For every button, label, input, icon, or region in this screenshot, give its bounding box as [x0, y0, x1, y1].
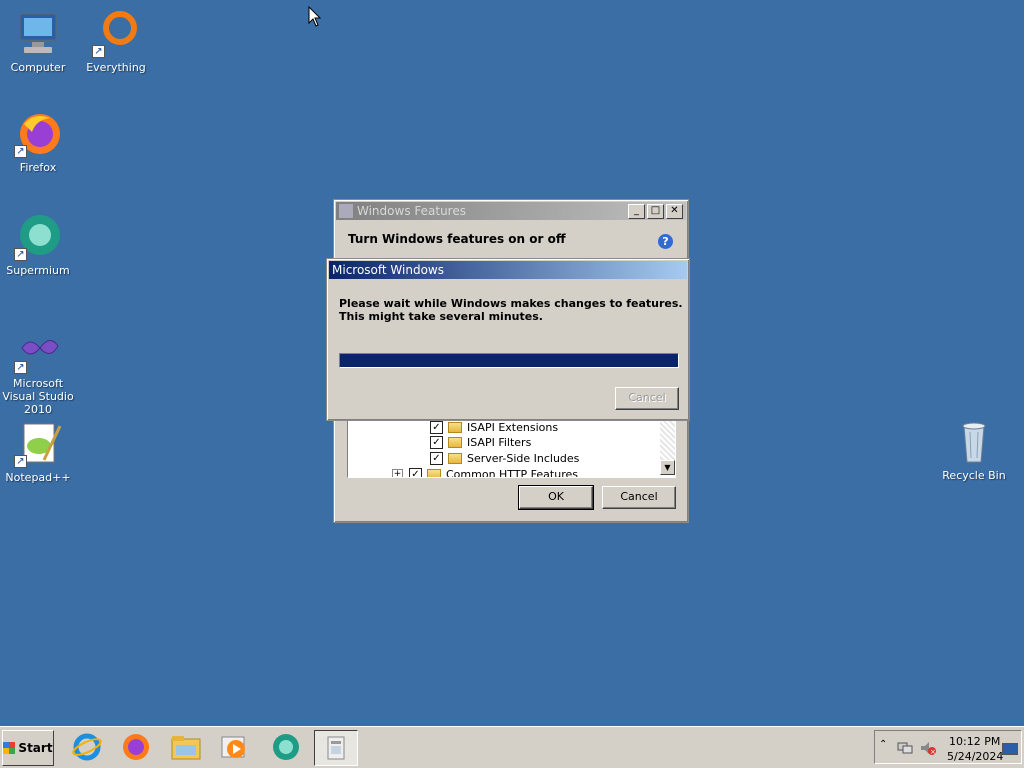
desktop-icon-notepad-plus-plus[interactable]: ↗ Notepad++	[0, 420, 78, 484]
taskbar-app-windows-features[interactable]	[314, 730, 358, 766]
taskbar: Start ⌃ × 10:12 PM 5/24/2024	[0, 726, 1024, 768]
desktop-icon-firefox[interactable]: ↗ Firefox	[0, 110, 78, 174]
progress-message: Please wait while Windows makes changes …	[339, 297, 683, 323]
internet-explorer-icon	[72, 733, 102, 761]
clock-date[interactable]: 5/24/2024	[947, 750, 1003, 763]
taskbar-app-internet-explorer[interactable]	[66, 730, 108, 764]
shortcut-arrow-icon: ↗	[14, 248, 27, 261]
window-title: Windows Features	[357, 204, 466, 218]
desktop-icon-label: Microsoft Visual Studio 2010	[2, 377, 74, 416]
desktop-icon-label: Firefox	[19, 161, 57, 174]
firefox-icon: ↗	[14, 110, 62, 158]
everything-icon: ↗	[92, 10, 140, 58]
shortcut-arrow-icon: ↗	[14, 145, 27, 158]
taskbar-app-firefox[interactable]	[115, 730, 157, 764]
progress-bar-fill	[340, 354, 678, 367]
tree-item-label: Server-Side Includes	[467, 451, 580, 465]
windows-logo-icon	[3, 742, 16, 754]
start-button[interactable]: Start	[2, 730, 54, 766]
help-icon[interactable]: ?	[658, 234, 673, 249]
start-label: Start	[18, 741, 53, 755]
desktop-icon-label: Recycle Bin	[942, 469, 1006, 482]
desktop-icon-label: Computer	[10, 61, 66, 74]
checkbox[interactable]: ✓	[409, 467, 422, 477]
shortcut-arrow-icon: ↗	[14, 361, 27, 374]
desktop-icon-supermium[interactable]: ↗ Supermium	[0, 213, 78, 277]
tree-item-label: ISAPI Filters	[467, 435, 532, 449]
scroll-down-arrow-icon[interactable]: ▼	[660, 460, 675, 475]
window-app-icon	[339, 204, 353, 218]
network-icon[interactable]	[897, 741, 913, 755]
ok-button[interactable]: OK	[518, 485, 594, 510]
desktop-icon-label: Everything	[86, 61, 146, 74]
checkbox[interactable]: ✓	[430, 435, 443, 449]
tree-item-label: Common HTTP Features	[446, 467, 578, 478]
folder-icon	[448, 436, 462, 448]
minimize-button[interactable]: _	[628, 203, 645, 219]
volume-muted-icon[interactable]: ×	[919, 740, 937, 756]
system-tray: ⌃ × 10:12 PM 5/24/2024	[874, 730, 1022, 764]
tree-item-label: ISAPI Extensions	[467, 420, 559, 434]
recycle-bin-icon	[950, 418, 998, 466]
file-explorer-icon	[171, 736, 201, 760]
show-hidden-icons-icon[interactable]: ⌃	[879, 739, 887, 750]
media-player-icon	[221, 736, 245, 758]
svg-text:×: ×	[930, 748, 936, 756]
computer-icon	[14, 10, 62, 58]
taskbar-app-media-player[interactable]	[213, 730, 255, 764]
taskbar-app-supermium[interactable]	[265, 730, 307, 764]
desktop-icon-computer[interactable]: Computer	[0, 10, 78, 74]
desktop-icon-label: Notepad++	[5, 471, 71, 484]
close-button[interactable]: ✕	[666, 203, 683, 219]
features-heading: Turn Windows features on or off	[348, 232, 566, 246]
tree-item[interactable]: + ✓ Common HTTP Features	[392, 466, 578, 478]
clock-time[interactable]: 10:12 PM	[949, 735, 1000, 748]
taskbar-app-file-explorer[interactable]	[165, 730, 207, 764]
tree-scrollbar[interactable]: ▼	[660, 419, 675, 475]
firefox-icon	[123, 734, 149, 760]
expand-icon[interactable]: +	[392, 468, 403, 477]
supermium-icon: ↗	[14, 213, 62, 261]
tree-item[interactable]: ✓ Server-Side Includes	[430, 450, 579, 466]
folder-icon	[448, 421, 462, 433]
tree-item[interactable]: ✓ ISAPI Extensions	[430, 419, 558, 435]
cancel-button[interactable]: Cancel	[602, 486, 676, 509]
notepad-plus-plus-icon: ↗	[14, 420, 62, 468]
desktop-icon-everything[interactable]: ↗ Everything	[76, 10, 156, 74]
desktop-icon-label: Supermium	[6, 264, 70, 277]
progress-dialog-titlebar[interactable]: Microsoft Windows	[329, 261, 687, 279]
progress-dialog: Microsoft Windows Please wait while Wind…	[326, 258, 690, 421]
show-desktop-icon[interactable]	[1002, 743, 1018, 755]
folder-icon	[427, 468, 441, 477]
desktop-icon-recycle-bin[interactable]: Recycle Bin	[934, 418, 1014, 482]
checkbox[interactable]: ✓	[430, 451, 443, 465]
windows-features-titlebar[interactable]: Windows Features _ □ ✕	[336, 202, 686, 220]
windows-features-icon	[327, 736, 345, 760]
dialog-title: Microsoft Windows	[332, 263, 444, 277]
shortcut-arrow-icon: ↗	[14, 455, 27, 468]
visual-studio-icon: ↗	[14, 326, 62, 374]
progress-bar	[339, 353, 679, 368]
supermium-icon	[273, 734, 299, 760]
desktop-icon-visual-studio[interactable]: ↗ Microsoft Visual Studio 2010	[0, 326, 78, 416]
maximize-button[interactable]: □	[647, 203, 664, 219]
mouse-cursor-icon	[308, 6, 322, 27]
tree-item[interactable]: ✓ ISAPI Filters	[430, 434, 531, 450]
features-tree[interactable]: ✓ ISAPI Extensions ✓ ISAPI Filters ✓ Ser…	[347, 418, 676, 478]
folder-icon	[448, 452, 462, 464]
checkbox[interactable]: ✓	[430, 420, 443, 434]
progress-cancel-button[interactable]: Cancel	[615, 387, 679, 410]
shortcut-arrow-icon: ↗	[92, 45, 105, 58]
